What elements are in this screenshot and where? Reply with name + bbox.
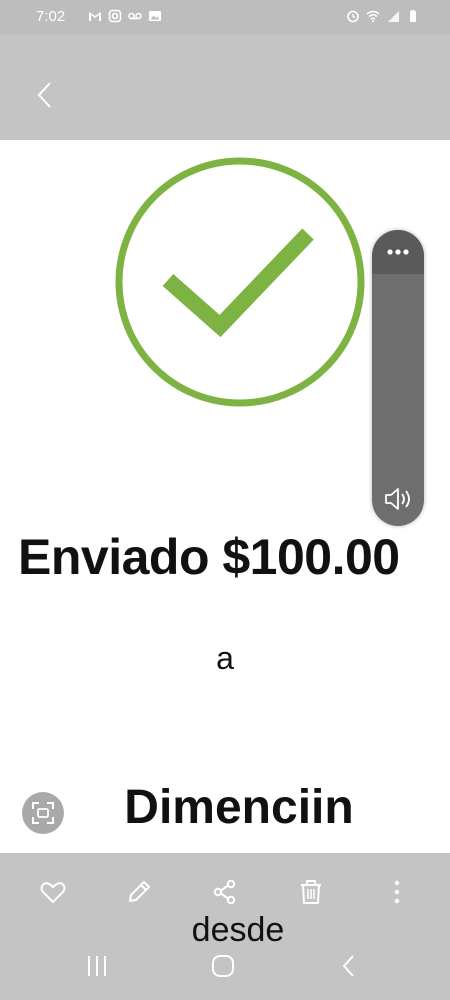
desde-text: desde: [191, 911, 285, 949]
volume-icon[interactable]: [382, 484, 414, 514]
check-circle-icon: [115, 157, 365, 407]
scan-button[interactable]: [22, 792, 64, 834]
gallery-icon: [149, 11, 161, 21]
status-bar: 7:02: [0, 0, 450, 34]
amount-text: Enviado $100.00: [18, 529, 400, 585]
trash-icon[interactable]: [296, 877, 326, 907]
more-dots-icon[interactable]: [383, 244, 413, 260]
status-time: 7:02: [36, 8, 66, 25]
recents-icon[interactable]: [82, 949, 112, 983]
connector-text: a: [216, 640, 234, 676]
more-vertical-icon[interactable]: [382, 877, 412, 907]
scan-icon: [32, 802, 54, 824]
wifi-icon: [366, 10, 380, 22]
voicemail-icon: [128, 12, 142, 20]
top-bar: [0, 34, 450, 140]
instagram-icon: [108, 9, 122, 23]
back-icon[interactable]: [334, 949, 364, 983]
signal-icon: [388, 11, 399, 22]
status-right-icons: [346, 9, 420, 23]
home-icon[interactable]: [208, 949, 238, 983]
chevron-left-icon[interactable]: [34, 80, 56, 110]
bottom-bar: desde: [0, 853, 450, 1000]
gmail-icon: [89, 12, 101, 21]
heart-icon[interactable]: [38, 877, 68, 907]
share-icon[interactable]: [210, 877, 240, 907]
battery-icon: [410, 10, 416, 22]
edit-icon[interactable]: [124, 877, 154, 907]
volume-panel[interactable]: [372, 230, 424, 526]
recipient-name: Dimenciin: [124, 781, 354, 834]
alarm-icon: [347, 10, 359, 23]
status-left-icons: [88, 9, 162, 23]
